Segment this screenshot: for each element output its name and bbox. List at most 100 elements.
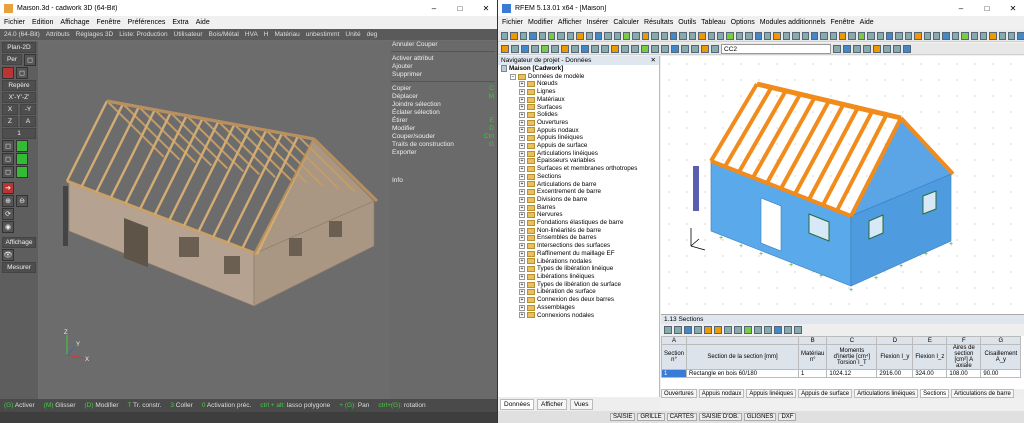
rfem-menu-fenetre[interactable]: Fenêtre [831,19,855,26]
tree-item[interactable]: + Divisions de barre [498,196,659,204]
tool-icon[interactable] [694,326,702,334]
expand-icon[interactable]: + [519,88,525,95]
status-toggle[interactable]: CARTES [666,413,697,421]
rfem-close-icon[interactable]: ✕ [1002,1,1024,15]
tool-icon[interactable] [684,326,692,334]
tool-icon[interactable] [867,31,875,40]
tree-item[interactable]: + Matériaux [498,96,659,104]
rfem-menu-modifier[interactable]: Modifier [528,19,553,26]
tool-icon[interactable] [904,31,913,40]
expand-icon[interactable]: + [519,289,525,296]
tool-icon[interactable] [641,44,649,53]
tool-icon[interactable] [970,31,978,40]
rfem-menu-aide[interactable]: Aide [860,19,874,26]
expand-icon[interactable]: + [519,312,525,319]
rfem-menu-afficher[interactable]: Afficher [558,19,582,26]
tool-icon[interactable] [698,31,706,40]
tree-item[interactable]: + Types de libération linéique [498,265,659,273]
load-case-combo[interactable]: CC2 [721,43,831,54]
tool-icon[interactable] [529,31,537,40]
context-menu-item[interactable]: Activer attribut [389,55,497,63]
rfem-menu-calculer[interactable]: Calculer [613,19,639,26]
context-menu-item[interactable]: Modifier D [389,125,497,133]
tree-item[interactable]: + Types de libération de surface [498,281,659,289]
context-menu-item[interactable]: Ajouter [389,63,497,71]
tool-icon[interactable] [853,44,861,53]
expand-icon[interactable]: + [519,158,525,165]
table-row[interactable]: 1 Rectangle en bois 60/180 1 1024.12 291… [660,369,1022,378]
table-tab[interactable]: Ouvertures [661,389,697,398]
attributs-button[interactable]: Attributs [46,31,70,38]
expand-icon[interactable]: + [519,135,525,142]
tool-icon[interactable] [774,326,782,334]
cell-area-axial[interactable]: 108.00 [946,369,982,378]
h-field[interactable]: H [264,31,269,38]
tool-icon[interactable] [764,326,772,334]
tool-icon[interactable] [724,326,732,334]
expand-icon[interactable]: + [519,243,525,250]
expand-icon[interactable]: + [519,219,525,226]
tool-icon[interactable] [531,44,539,53]
tool-icon[interactable] [942,31,950,40]
context-menu-item[interactable]: Supprimer [389,71,497,79]
tree-item[interactable]: + Intersections des surfaces [498,242,659,250]
tool-icon[interactable] [519,31,528,40]
tool-icon[interactable] [873,44,881,53]
expand-icon[interactable]: + [519,165,525,172]
tool-icon[interactable] [511,44,519,53]
expand-icon[interactable]: + [519,304,525,311]
tree-item[interactable]: + Ensembles de barres [498,234,659,242]
tree-item[interactable]: + Connexions nodales [498,312,659,320]
arrow-tool-icon[interactable]: ➔ [2,182,14,194]
tool-icon[interactable] [571,44,579,53]
tool-icon[interactable] [660,31,669,40]
tool-icon[interactable] [857,31,866,40]
tree-item[interactable]: + Libérations linéiques [498,273,659,281]
tool-icon[interactable] [631,44,639,53]
tool-icon[interactable] [671,44,679,53]
tool-icon[interactable] [784,326,792,334]
tool-icon[interactable] [794,326,802,334]
tree-item[interactable]: + Appuis de surface [498,142,659,150]
utilisateur-field[interactable]: Utilisateur [174,31,203,38]
tool-icon[interactable] [594,31,603,40]
tool-icon[interactable] [886,31,894,40]
eye-icon[interactable]: 👁 [2,249,14,261]
reglages-3d-button[interactable]: Réglages 3D [76,31,114,38]
tool-icon[interactable] [601,44,609,53]
tool-icon[interactable] [932,31,941,40]
context-menu-item[interactable]: Copier C [389,85,497,93]
tool-icon[interactable] [611,44,619,53]
tool-icon[interactable] [839,31,847,40]
tab-afficher[interactable]: Afficher [537,398,567,410]
tree-item[interactable]: + Articulations de barre [498,181,659,189]
expand-icon[interactable]: + [519,181,525,188]
tool-icon[interactable] [541,44,549,53]
cube-icon-4[interactable]: ◻ [2,166,14,178]
a-button[interactable]: A [20,116,36,127]
tool-icon[interactable] [714,326,722,334]
tool-icon[interactable] [843,44,851,53]
expand-icon[interactable]: + [519,112,525,119]
tool-icon[interactable] [521,44,529,53]
tool-icon[interactable] [989,31,997,40]
tool-icon[interactable] [711,44,719,53]
tool-icon[interactable] [664,326,672,334]
rfem-menu-resultats[interactable]: Résultats [644,19,673,26]
expand-icon[interactable]: + [519,204,525,211]
expand-icon[interactable]: + [519,281,525,288]
tool-icon[interactable] [810,31,819,40]
cell-section-desc[interactable]: Rectangle en bois 60/180 [686,369,800,378]
tool-icon[interactable] [701,44,709,53]
cube-icon-3[interactable]: ◻ [2,153,14,165]
green-cube-icon[interactable] [16,140,28,152]
tree-item[interactable]: + Non-linéarités de barre [498,227,659,235]
tool-icon[interactable] [547,31,556,40]
expand-icon[interactable]: + [519,104,525,111]
tree-item[interactable]: + Surfaces et membranes orthotropes [498,165,659,173]
tree-item[interactable]: + Ouvertures [498,119,659,127]
tool-icon[interactable] [632,31,640,40]
cube-icon[interactable]: ◻ [16,67,28,79]
tool-icon[interactable] [501,31,509,40]
maximize-icon[interactable]: □ [449,1,471,15]
